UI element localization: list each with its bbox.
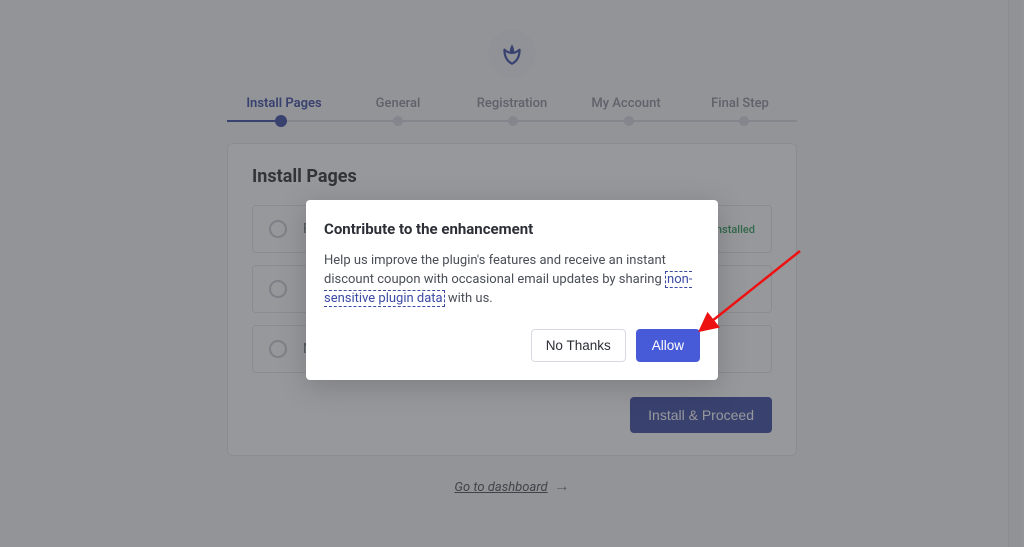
consent-modal: Contribute to the enhancement Help us im… — [306, 200, 718, 380]
modal-actions: No Thanks Allow — [324, 329, 700, 362]
modal-body: Help us improve the plugin's features an… — [324, 252, 700, 309]
no-thanks-button[interactable]: No Thanks — [531, 329, 626, 362]
modal-body-after: with us. — [445, 291, 493, 306]
modal-title: Contribute to the enhancement — [324, 220, 700, 238]
allow-button[interactable]: Allow — [636, 329, 700, 362]
modal-body-before: Help us improve the plugin's features an… — [324, 253, 666, 287]
